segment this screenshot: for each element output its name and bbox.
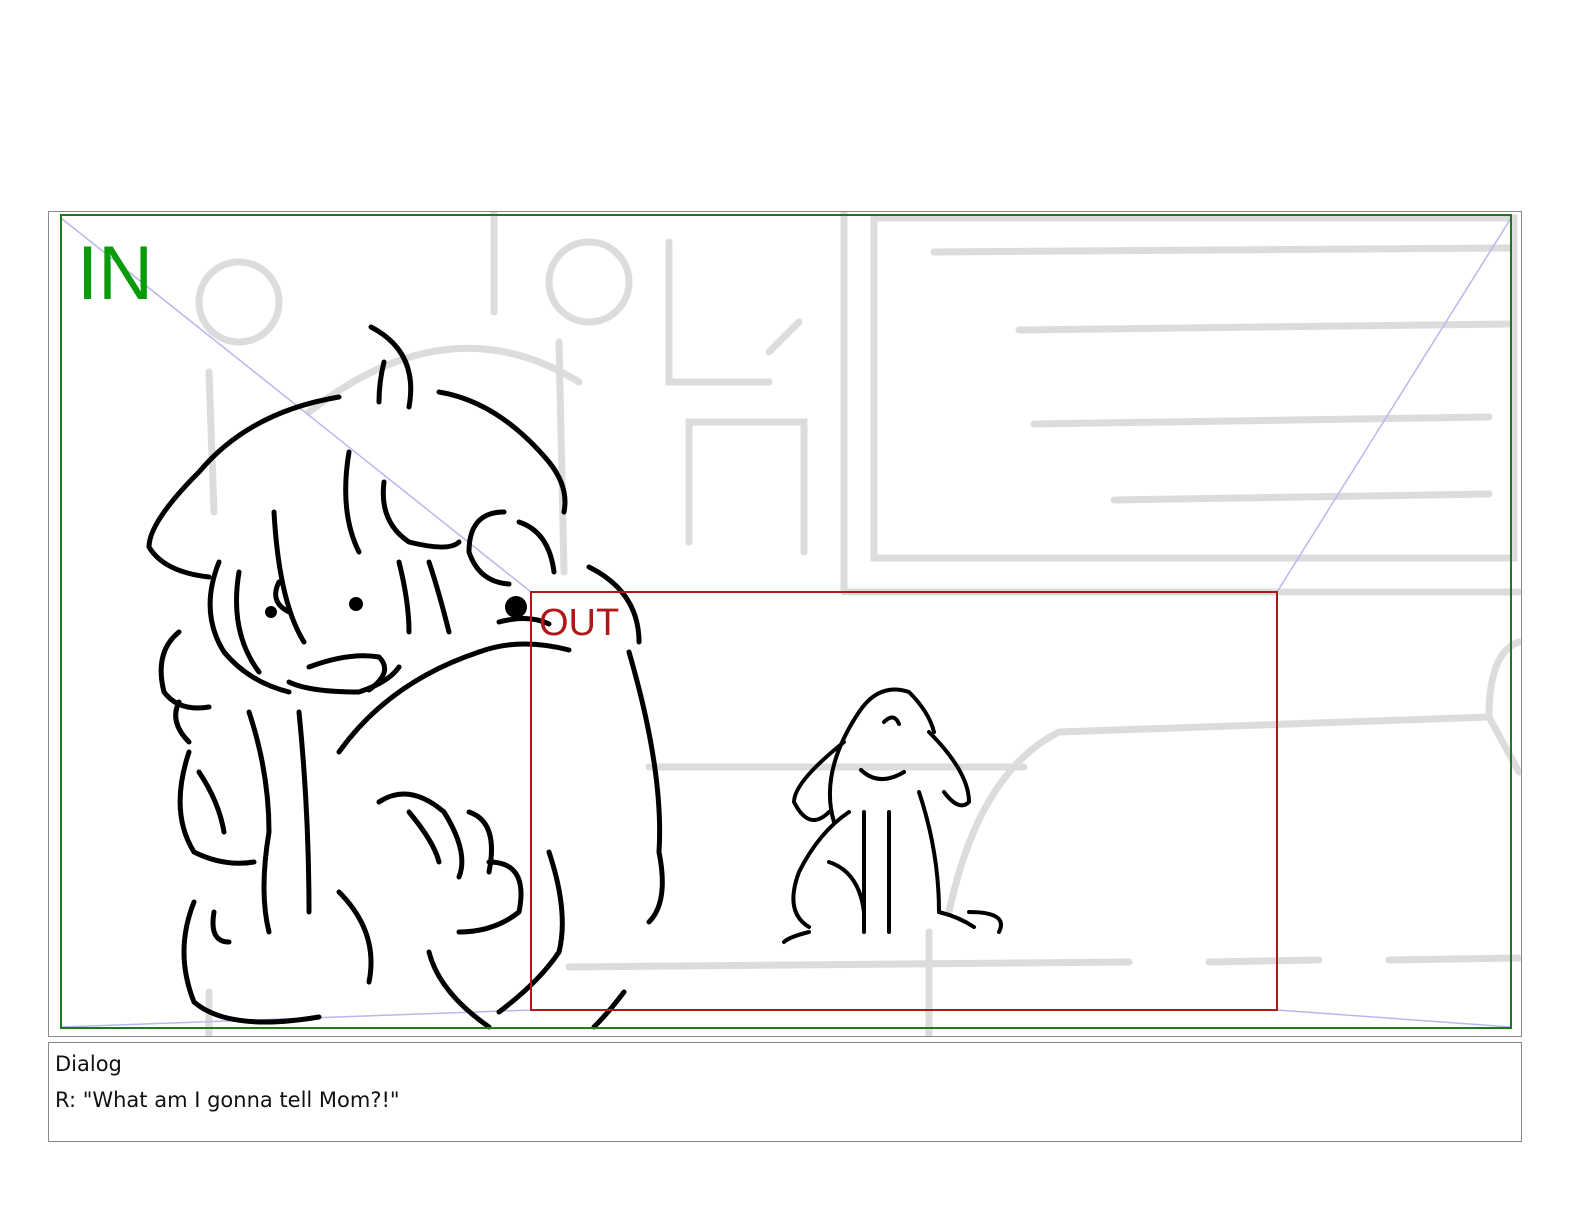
in-label: IN [77,231,153,316]
character-eyes [265,596,527,618]
out-label: OUT [539,602,620,644]
character-sketch [146,324,665,1030]
out-frame [530,591,1278,1011]
panel-drawing [60,212,1521,1036]
dialog-title: Dialog [55,1052,122,1076]
background-sketch [195,212,1521,1036]
puppy-sketch [782,687,1003,944]
dialog-line: R: "What am I gonna tell Mom?!" [55,1088,400,1112]
storyboard-panel: IN OUT [48,211,1522,1037]
dialog-box: Dialog R: "What am I gonna tell Mom?!" [48,1042,1522,1142]
